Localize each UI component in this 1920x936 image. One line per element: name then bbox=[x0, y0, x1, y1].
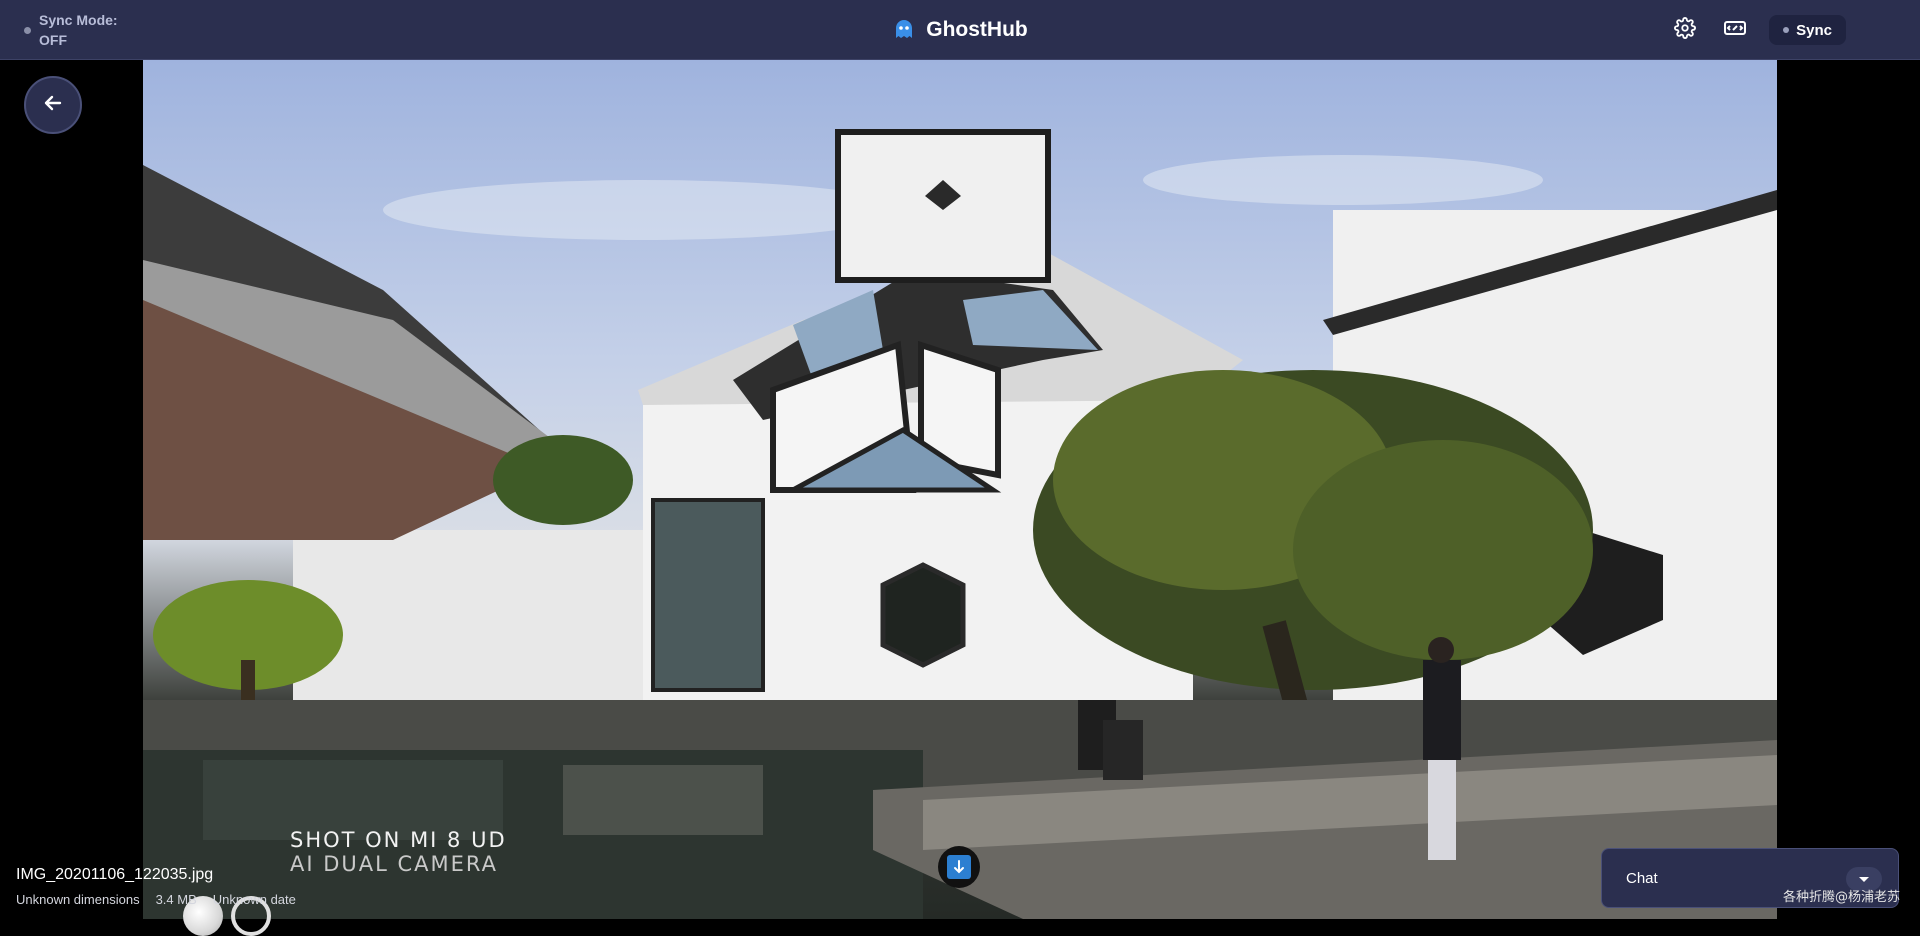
sync-button[interactable]: Sync bbox=[1769, 15, 1846, 45]
header-actions: Sync bbox=[1669, 14, 1846, 46]
photo-display[interactable] bbox=[143, 60, 1777, 919]
file-dimensions: Unknown dimensions bbox=[16, 892, 140, 907]
file-info: IMG_20201106_122035.jpg Unknown dimensio… bbox=[16, 864, 296, 907]
back-button[interactable] bbox=[24, 76, 82, 134]
app-title: GhostHub bbox=[926, 18, 1027, 42]
sync-status-dot bbox=[1783, 27, 1789, 33]
chevron-down-icon bbox=[1858, 871, 1870, 888]
top-bar: Sync Mode: OFF GhostHub bbox=[0, 0, 1920, 60]
file-size: 3.4 MB bbox=[156, 892, 197, 907]
sync-mode-label: Sync Mode: bbox=[39, 10, 118, 30]
download-button[interactable] bbox=[938, 846, 980, 888]
download-icon bbox=[947, 855, 971, 879]
tunnel-icon bbox=[1723, 18, 1747, 43]
tunnel-button[interactable] bbox=[1719, 14, 1751, 46]
ghost-icon bbox=[892, 18, 916, 42]
camera-line-1: SHOT ON MI 8 UD bbox=[290, 828, 507, 852]
camera-watermark: SHOT ON MI 8 UD AI DUAL CAMERA bbox=[290, 828, 507, 876]
settings-button[interactable] bbox=[1669, 14, 1701, 46]
media-viewer: SHOT ON MI 8 UD AI DUAL CAMERA IMG_20201… bbox=[0, 60, 1920, 919]
sync-mode-value: OFF bbox=[39, 30, 118, 50]
chat-label: Chat bbox=[1626, 870, 1658, 887]
status-dot bbox=[24, 27, 31, 34]
file-meta: Unknown dimensions 3.4 MB Unknown date bbox=[16, 892, 296, 907]
file-date: Unknown date bbox=[213, 892, 296, 907]
file-name: IMG_20201106_122035.jpg bbox=[16, 864, 296, 886]
gear-icon bbox=[1674, 17, 1696, 44]
sync-mode-status: Sync Mode: OFF bbox=[24, 10, 118, 50]
sync-button-label: Sync bbox=[1796, 22, 1832, 39]
camera-line-2: AI DUAL CAMERA bbox=[290, 852, 507, 876]
app-brand[interactable]: GhostHub bbox=[892, 18, 1027, 42]
arrow-left-icon bbox=[41, 91, 65, 120]
image-watermark: 各种折腾@杨浦老苏 bbox=[1783, 886, 1900, 905]
